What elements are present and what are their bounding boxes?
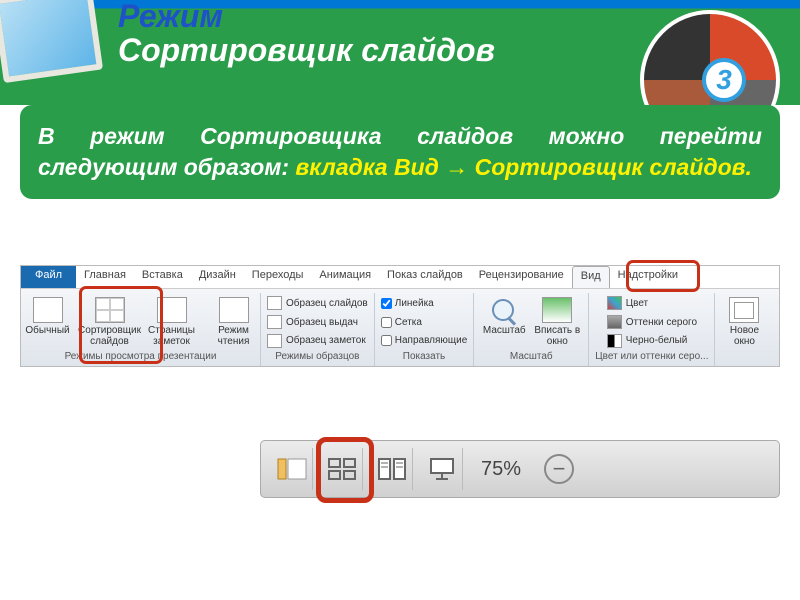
- label-fit: Вписать в окно: [534, 325, 580, 347]
- monitor-graphic: [0, 0, 128, 118]
- group-label-color: Цвет или оттенки серо...: [595, 349, 708, 364]
- ribbon-body: Обычный Сортировщик слайдов Страницы зам…: [21, 288, 779, 366]
- slideshow-icon: [427, 457, 457, 481]
- btn-new-window[interactable]: Новое окно: [721, 295, 767, 349]
- group-zoom: Масштаб Вписать в окно Масштаб: [474, 293, 589, 366]
- statusbar-reading-view[interactable]: [371, 448, 413, 490]
- zoom-icon: [490, 297, 518, 325]
- tab-slideshow[interactable]: Показ слайдов: [379, 266, 471, 288]
- notes-master-icon: [267, 334, 282, 348]
- btn-fit-window[interactable]: Вписать в окно: [532, 295, 582, 349]
- handout-master-icon: [267, 315, 282, 329]
- btn-color[interactable]: Цвет: [607, 295, 697, 312]
- group-show: Линейка Сетка Направляющие Показать: [375, 293, 475, 366]
- statusbar-sorter-view[interactable]: [321, 448, 363, 490]
- tab-design[interactable]: Дизайн: [191, 266, 244, 288]
- group-label-zoom: Масштаб: [480, 349, 582, 364]
- zoom-percent[interactable]: 75%: [481, 458, 521, 481]
- btn-reading-view[interactable]: Режим чтения: [205, 295, 263, 349]
- label-notes: Страницы заметок: [145, 325, 199, 347]
- tab-file[interactable]: Файл: [21, 266, 76, 288]
- fit-window-icon: [542, 297, 572, 323]
- minus-icon: −: [553, 456, 566, 482]
- ribbon: Файл Главная Вставка Дизайн Переходы Ани…: [20, 265, 780, 367]
- reading-view-icon: [219, 297, 249, 323]
- chk-gridlines[interactable]: Сетка: [381, 314, 468, 331]
- label-zoom: Масштаб: [483, 325, 526, 336]
- group-label-views: Режимы просмотра презентации: [27, 349, 254, 364]
- normal-view-icon: [277, 457, 307, 481]
- new-window-icon: [729, 297, 759, 323]
- btn-zoom[interactable]: Масштаб: [480, 295, 528, 338]
- group-master-views: Образец слайдов Образец выдач Образец за…: [261, 293, 375, 366]
- chk-guides[interactable]: Направляющие: [381, 332, 468, 349]
- normal-view-icon: [33, 297, 63, 323]
- btn-handout-master[interactable]: Образец выдач: [267, 314, 368, 331]
- title-line1: Режим: [118, 0, 495, 34]
- label-sorter: Сортировщик слайдов: [78, 325, 141, 347]
- tab-home[interactable]: Главная: [76, 266, 134, 288]
- btn-notes-page[interactable]: Страницы заметок: [143, 295, 201, 349]
- label-new-window: Новое окно: [723, 325, 765, 347]
- badge-number: 3: [702, 58, 746, 102]
- statusbar-normal-view[interactable]: [271, 448, 313, 490]
- btn-black-white[interactable]: Черно-белый: [607, 332, 697, 349]
- group-label-show: Показать: [381, 349, 468, 364]
- notes-page-icon: [157, 297, 187, 323]
- group-label-masters: Режимы образцов: [267, 349, 368, 364]
- status-view-bar: 75% −: [260, 440, 780, 498]
- sorter-view-icon: [327, 457, 357, 481]
- color-icon: [607, 296, 622, 310]
- tab-view[interactable]: Вид: [572, 266, 610, 288]
- tab-animation[interactable]: Анимация: [311, 266, 379, 288]
- tab-insert[interactable]: Вставка: [134, 266, 191, 288]
- statusbar-slideshow[interactable]: [421, 448, 463, 490]
- zoom-out-button[interactable]: −: [544, 454, 574, 484]
- btn-slide-master[interactable]: Образец слайдов: [267, 295, 368, 312]
- slide-title: Режим Сортировщик слайдов: [118, 0, 495, 67]
- group-window: Новое окно: [715, 293, 773, 366]
- btn-notes-master[interactable]: Образец заметок: [267, 332, 368, 349]
- tab-strip: Файл Главная Вставка Дизайн Переходы Ани…: [21, 266, 779, 288]
- btn-normal-view[interactable]: Обычный: [19, 295, 77, 338]
- grayscale-icon: [607, 315, 622, 329]
- btn-slide-sorter[interactable]: Сортировщик слайдов: [81, 295, 139, 349]
- tab-transitions[interactable]: Переходы: [244, 266, 312, 288]
- group-color: Цвет Оттенки серого Черно-белый Цвет или…: [589, 293, 715, 366]
- bw-icon: [607, 334, 622, 348]
- label-reading: Режим чтения: [207, 325, 261, 347]
- reading-view-icon: [377, 457, 407, 481]
- info-callout: В режим Сортировщика слайдов можно перей…: [20, 105, 780, 199]
- tab-addins[interactable]: Надстройки: [610, 266, 686, 288]
- chk-ruler[interactable]: Линейка: [381, 295, 468, 312]
- slide-master-icon: [267, 296, 282, 310]
- title-line2: Сортировщик слайдов: [118, 34, 495, 68]
- info-highlight: вкладка Вид → Сортировщик слайдов.: [295, 154, 752, 180]
- tab-review[interactable]: Рецензирование: [471, 266, 572, 288]
- label-normal: Обычный: [25, 325, 69, 336]
- slide-sorter-icon: [95, 297, 125, 323]
- group-presentation-views: Обычный Сортировщик слайдов Страницы зам…: [21, 293, 261, 366]
- btn-grayscale[interactable]: Оттенки серого: [607, 314, 697, 331]
